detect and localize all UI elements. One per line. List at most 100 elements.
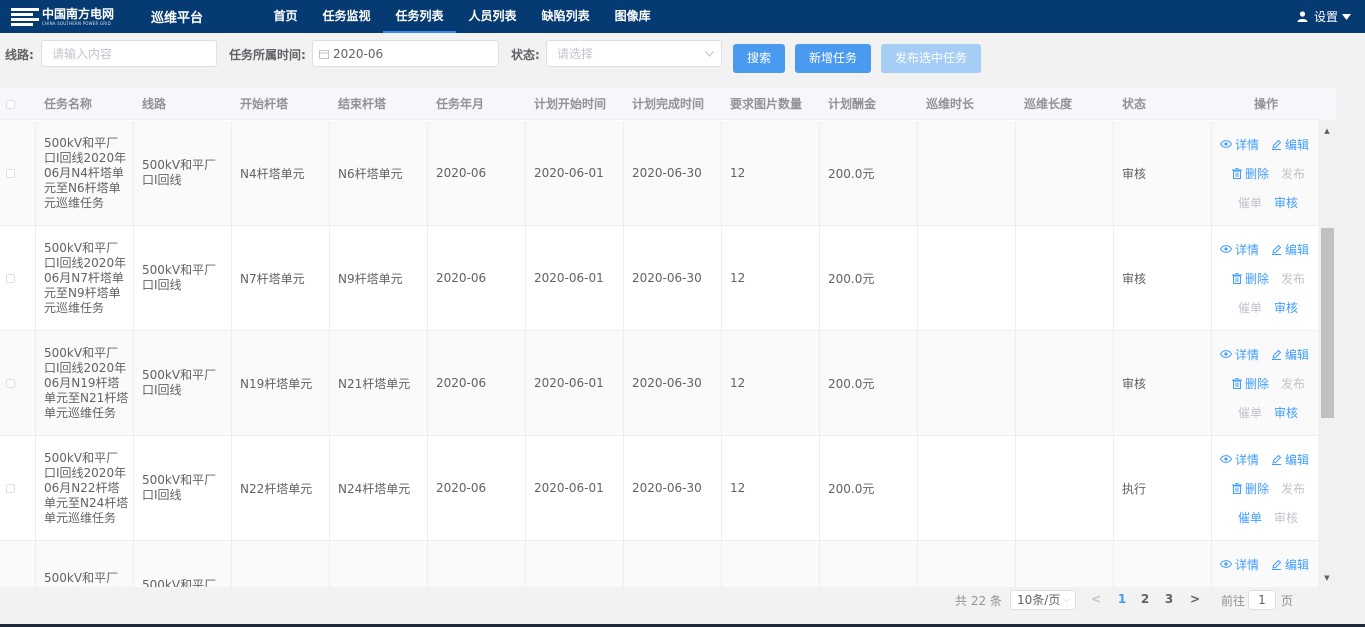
- delete-link[interactable]: 删除: [1232, 585, 1269, 588]
- nav-image-library[interactable]: 图像库: [602, 0, 663, 33]
- table-row[interactable]: 500kV和平厂口Ⅰ回线2020年0 500kV和平厂口 详情 编辑: [0, 541, 1318, 587]
- detail-label: 详情: [1235, 452, 1260, 467]
- row-checkbox[interactable]: [6, 273, 15, 283]
- publish-link[interactable]: 发布: [1281, 375, 1305, 392]
- col-task-month[interactable]: 任务年月: [428, 88, 526, 120]
- cell-task-month: 2020-06: [428, 331, 526, 435]
- nav-defect-list[interactable]: 缺陷列表: [529, 0, 602, 33]
- time-filter-picker[interactable]: 2020-06: [312, 40, 499, 67]
- edit-label: 编辑: [1285, 242, 1310, 257]
- table-row[interactable]: 500kV和平厂口Ⅰ回线2020年06月N7杆塔单元至N9杆塔单元巡维任务 50…: [0, 226, 1318, 331]
- delete-link[interactable]: 删除: [1232, 270, 1269, 287]
- col-plan-end[interactable]: 计划完成时间: [624, 88, 722, 120]
- cell-status: 审核: [1114, 121, 1212, 225]
- edit-link[interactable]: 编辑: [1271, 346, 1309, 363]
- edit-link[interactable]: 编辑: [1271, 241, 1309, 258]
- page-size-select[interactable]: 10条/页 ⌵: [1010, 590, 1076, 610]
- row-checkbox[interactable]: [6, 483, 15, 493]
- cell-plan-end: 2020-06-30: [624, 436, 722, 540]
- detail-link[interactable]: 详情: [1220, 136, 1259, 153]
- nav-staff-list[interactable]: 人员列表: [456, 0, 529, 33]
- settings-menu[interactable]: 设置: [1297, 0, 1351, 33]
- goto-page-input[interactable]: 1: [1248, 590, 1276, 610]
- delete-link[interactable]: 删除: [1232, 375, 1269, 392]
- select-all-checkbox[interactable]: [6, 99, 15, 109]
- table-row[interactable]: 500kV和平厂口Ⅰ回线2020年06月N22杆塔单元至N24杆塔单元巡维任务 …: [0, 436, 1318, 541]
- col-status[interactable]: 状态: [1114, 88, 1212, 120]
- urge-link[interactable]: 催单: [1238, 299, 1262, 316]
- cell-start-tower: N19杆塔单元: [232, 331, 330, 435]
- review-link[interactable]: 审核: [1274, 404, 1298, 421]
- col-photo-count[interactable]: 要求图片数量: [722, 88, 820, 120]
- table-scrollbar-thumb[interactable]: [1321, 228, 1334, 418]
- table-row[interactable]: 500kV和平厂口Ⅰ回线2020年06月N19杆塔单元至N21杆塔单元巡维任务 …: [0, 331, 1318, 436]
- line-filter-input[interactable]: 请输入内容: [41, 40, 217, 67]
- cell-length: [1016, 331, 1114, 435]
- row-checkbox[interactable]: [6, 378, 15, 388]
- cell-plan-start: 2020-06-01: [526, 331, 624, 435]
- cell-duration: [918, 436, 1016, 540]
- publish-link[interactable]: 发布: [1281, 585, 1305, 588]
- col-length[interactable]: 巡维长度: [1016, 88, 1114, 120]
- row-checkbox[interactable]: [6, 168, 15, 178]
- add-task-button[interactable]: 新增任务: [795, 44, 871, 73]
- edit-link[interactable]: 编辑: [1271, 451, 1309, 468]
- detail-link[interactable]: 详情: [1220, 346, 1259, 363]
- delete-link[interactable]: 删除: [1232, 165, 1269, 182]
- cell-end-tower: N9杆塔单元: [330, 226, 428, 330]
- row-select-cell: [0, 541, 36, 587]
- col-task-name[interactable]: 任务名称: [36, 88, 134, 120]
- col-reward[interactable]: 计划酬金: [820, 88, 918, 120]
- delete-label: 删除: [1245, 271, 1270, 286]
- col-line[interactable]: 线路: [134, 88, 232, 120]
- detail-link[interactable]: 详情: [1220, 556, 1259, 573]
- nav-task-monitor[interactable]: 任务监视: [310, 0, 383, 33]
- publish-link[interactable]: 发布: [1281, 480, 1305, 497]
- review-link[interactable]: 审核: [1274, 509, 1298, 526]
- prev-page-icon[interactable]: <: [1089, 592, 1103, 606]
- table-row[interactable]: 500kV和平厂口Ⅰ回线2020年06月N4杆塔单元至N6杆塔单元巡维任务 50…: [0, 121, 1318, 226]
- detail-link[interactable]: 详情: [1220, 451, 1259, 468]
- page-1[interactable]: 1: [1115, 592, 1129, 606]
- nav-home[interactable]: 首页: [261, 0, 310, 33]
- cell-reward: 200.0元: [820, 331, 918, 435]
- delete-label: 删除: [1245, 585, 1269, 588]
- page-size-value: 10条/页: [1017, 593, 1061, 607]
- review-link[interactable]: 审核: [1274, 299, 1298, 316]
- nav-task-list[interactable]: 任务列表: [383, 0, 457, 33]
- urge-link[interactable]: 催单: [1238, 194, 1262, 211]
- platform-title: 巡维平台: [151, 11, 204, 26]
- publish-link[interactable]: 发布: [1281, 270, 1305, 287]
- cell-duration: [918, 226, 1016, 330]
- col-end-tower[interactable]: 结束杆塔: [330, 88, 428, 120]
- search-button[interactable]: 搜索: [733, 44, 785, 73]
- col-start-tower[interactable]: 开始杆塔: [232, 88, 330, 120]
- status-filter-select[interactable]: 请选择: [546, 40, 722, 67]
- delete-link[interactable]: 删除: [1232, 480, 1269, 497]
- delete-label: 删除: [1245, 481, 1270, 496]
- col-plan-start[interactable]: 计划开始时间: [526, 88, 624, 120]
- cell-actions: 详情 编辑 删除 发布 催单 审核: [1212, 331, 1318, 435]
- cell-photo-count: 12: [722, 226, 820, 330]
- page-3[interactable]: 3: [1162, 592, 1176, 606]
- publish-selected-button[interactable]: 发布选中任务: [881, 44, 981, 73]
- line-filter-label: 线路:: [5, 48, 34, 62]
- edit-link[interactable]: 编辑: [1271, 556, 1309, 573]
- scroll-down-icon[interactable]: ▼: [1322, 573, 1332, 583]
- cell-plan-end: 2020-06-30: [624, 331, 722, 435]
- urge-link[interactable]: 催单: [1238, 404, 1262, 421]
- company-logo[interactable]: 中国南方电网 CHINA SOUTHERN POWER GRID: [11, 7, 139, 27]
- review-link[interactable]: 审核: [1274, 194, 1298, 211]
- top-nav-bar: 中国南方电网 CHINA SOUTHERN POWER GRID 巡维平台 首页…: [0, 0, 1365, 33]
- cell-actions: 详情 编辑 删除 发布 催单 审核: [1212, 121, 1318, 225]
- edit-label: 编辑: [1285, 347, 1310, 362]
- scroll-up-icon[interactable]: ▲: [1322, 126, 1332, 136]
- next-page-icon[interactable]: >: [1188, 592, 1202, 606]
- urge-link[interactable]: 催单: [1238, 509, 1262, 526]
- goto-unit: 页: [1281, 594, 1294, 608]
- publish-link[interactable]: 发布: [1281, 165, 1305, 182]
- page-2[interactable]: 2: [1138, 592, 1152, 606]
- edit-link[interactable]: 编辑: [1271, 136, 1309, 153]
- detail-link[interactable]: 详情: [1220, 241, 1259, 258]
- col-duration[interactable]: 巡维时长: [918, 88, 1016, 120]
